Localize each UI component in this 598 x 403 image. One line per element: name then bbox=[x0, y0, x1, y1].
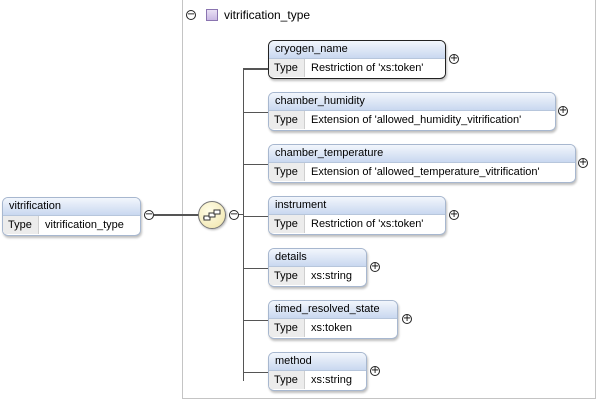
child-element-name: timed_resolved_state bbox=[269, 301, 397, 319]
child-type-row: Type Restriction of 'xs:token' bbox=[269, 59, 445, 77]
child-type-row: Type Restriction of 'xs:token' bbox=[269, 215, 445, 233]
child-type-value: Restriction of 'xs:token' bbox=[311, 218, 424, 230]
child-type-label: Type bbox=[269, 267, 305, 285]
root-element-node[interactable]: vitrification Type vitrification_type bbox=[2, 197, 141, 236]
child-element-instrument[interactable]: instrument Type Restriction of 'xs:token… bbox=[268, 196, 446, 235]
branch-timed bbox=[244, 320, 270, 321]
child-element-chamber-temperature[interactable]: chamber_temperature Type Extension of 'a… bbox=[268, 144, 576, 183]
child-type-label: Type bbox=[269, 215, 305, 233]
branch-humidity bbox=[244, 112, 270, 113]
collapse-sequence-toggle-icon[interactable]: − bbox=[229, 209, 239, 220]
expand-temperature-icon[interactable]: + bbox=[578, 157, 588, 168]
branch-details bbox=[244, 268, 270, 269]
child-type-row: Type xs:string bbox=[269, 267, 366, 285]
collapse-root-toggle-icon[interactable]: − bbox=[144, 209, 154, 220]
child-type-label: Type bbox=[269, 111, 305, 129]
child-type-value: Extension of 'allowed_temperature_vitrif… bbox=[311, 166, 540, 178]
expand-details-icon[interactable]: + bbox=[370, 261, 380, 272]
child-type-value: xs:string bbox=[311, 374, 352, 386]
child-type-row: Type xs:token bbox=[269, 319, 397, 337]
branch-cryogen bbox=[244, 68, 270, 70]
branch-temperature bbox=[244, 164, 270, 165]
expand-method-icon[interactable]: + bbox=[370, 365, 380, 376]
complex-type-icon bbox=[206, 9, 218, 21]
child-element-name: chamber_humidity bbox=[269, 93, 555, 111]
expand-instrument-icon[interactable]: + bbox=[449, 209, 459, 220]
child-element-name: instrument bbox=[269, 197, 445, 215]
child-trunk bbox=[243, 68, 244, 381]
child-element-timed-resolved-state[interactable]: timed_resolved_state Type xs:token bbox=[268, 300, 398, 339]
child-element-method[interactable]: method Type xs:string bbox=[268, 352, 367, 391]
expand-humidity-icon[interactable]: + bbox=[558, 105, 568, 116]
child-element-details[interactable]: details Type xs:string bbox=[268, 248, 367, 287]
child-type-value: xs:string bbox=[311, 270, 352, 282]
child-type-value: Extension of 'allowed_humidity_vitrifica… bbox=[311, 114, 522, 126]
sequence-icon[interactable] bbox=[198, 201, 226, 229]
child-type-label: Type bbox=[269, 319, 305, 337]
child-element-name: cryogen_name bbox=[269, 41, 445, 59]
root-type-value: vitrification_type bbox=[45, 219, 124, 231]
child-type-label: Type bbox=[269, 163, 305, 181]
expand-timed-icon[interactable]: + bbox=[402, 313, 412, 324]
child-type-row: Type xs:string bbox=[269, 371, 366, 389]
child-type-label: Type bbox=[269, 371, 305, 389]
child-type-value: xs:token bbox=[311, 322, 352, 334]
child-element-name: details bbox=[269, 249, 366, 267]
child-type-value: Restriction of 'xs:token' bbox=[311, 62, 424, 74]
root-type-label: Type bbox=[3, 216, 39, 234]
root-connector bbox=[154, 214, 199, 216]
child-type-label: Type bbox=[269, 59, 305, 77]
child-element-name: chamber_temperature bbox=[269, 145, 575, 163]
root-element-name: vitrification bbox=[3, 198, 140, 216]
root-type-row: Type vitrification_type bbox=[3, 216, 140, 234]
group-title: vitrification_type bbox=[224, 8, 311, 22]
collapse-type-toggle-icon[interactable]: − bbox=[186, 9, 196, 20]
group-header: vitrification_type bbox=[198, 6, 310, 24]
child-type-row: Type Extension of 'allowed_temperature_v… bbox=[269, 163, 575, 181]
branch-instrument bbox=[244, 216, 270, 217]
child-element-cryogen-name[interactable]: cryogen_name Type Restriction of 'xs:tok… bbox=[268, 40, 446, 79]
child-element-name: method bbox=[269, 353, 366, 371]
expand-cryogen-icon[interactable]: + bbox=[449, 53, 459, 64]
child-type-row: Type Extension of 'allowed_humidity_vitr… bbox=[269, 111, 555, 129]
child-element-chamber-humidity[interactable]: chamber_humidity Type Extension of 'allo… bbox=[268, 92, 556, 131]
branch-method bbox=[244, 372, 270, 373]
